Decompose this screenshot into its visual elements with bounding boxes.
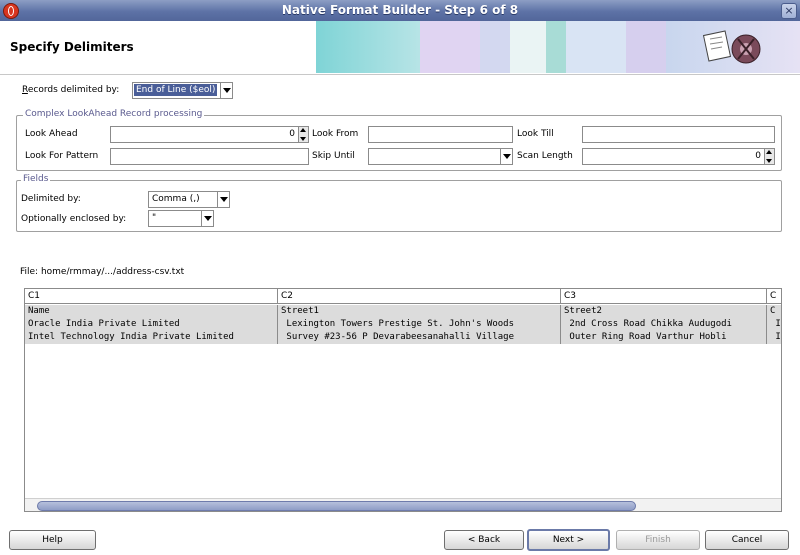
scan-length-label: Scan Length xyxy=(517,151,573,161)
table-cell: Street1 xyxy=(278,305,561,318)
column-header-c2[interactable]: C2 xyxy=(278,289,561,304)
title-bar: Native Format Builder - Step 6 of 8 × xyxy=(0,0,800,22)
column-header-c4[interactable]: C xyxy=(767,289,781,304)
column-header-c3[interactable]: C3 xyxy=(561,289,767,304)
wizard-header: Specify Delimiters xyxy=(0,21,800,75)
look-ahead-label: Look Ahead xyxy=(25,129,78,139)
chevron-down-icon[interactable] xyxy=(220,83,232,98)
table-cell: C xyxy=(770,306,776,316)
records-delimited-value: End of Line ($eol) xyxy=(134,84,218,96)
column-header-c1[interactable]: C1 xyxy=(25,289,278,304)
delimited-by-label: Delimited by: xyxy=(21,194,81,204)
enclosed-by-select[interactable]: " xyxy=(148,210,214,227)
page-title: Specify Delimiters xyxy=(10,40,134,54)
help-button-label: Help xyxy=(42,535,63,545)
file-path-label: File: home/rmmay/.../address-csv.txt xyxy=(20,267,185,277)
back-button-label: < Back xyxy=(467,535,501,545)
scrollbar-thumb[interactable] xyxy=(37,501,636,511)
table-cell: Name xyxy=(25,305,278,318)
window-close-button[interactable]: × xyxy=(781,3,797,19)
table-cell: I xyxy=(770,332,781,342)
chevron-down-icon[interactable] xyxy=(217,192,229,207)
enclosed-by-label: Optionally enclosed by: xyxy=(21,214,127,224)
table-cell: Lexington Towers Prestige St. John's Woo… xyxy=(278,318,561,331)
look-from-input[interactable] xyxy=(368,126,513,143)
finish-button-label: Finish xyxy=(645,535,671,545)
chevron-down-icon[interactable] xyxy=(500,149,512,164)
table-cell: I xyxy=(770,319,781,329)
finish-button[interactable]: Finish xyxy=(616,530,700,550)
look-till-label: Look Till xyxy=(517,129,554,139)
spinner-arrows-icon[interactable] xyxy=(298,127,308,142)
look-for-pattern-label: Look For Pattern xyxy=(25,151,99,161)
fields-group xyxy=(16,180,782,232)
scan-length-spinner[interactable]: 0 xyxy=(582,148,775,165)
window-title: Native Format Builder - Step 6 of 8 xyxy=(281,3,519,17)
records-delimited-label-text: ecords delimited by: xyxy=(27,85,120,95)
table-row[interactable]: Oracle India Private Limited Lexington T… xyxy=(25,318,781,331)
table-cell: Oracle India Private Limited xyxy=(25,318,278,331)
skip-until-select[interactable] xyxy=(368,148,513,165)
spinner-arrows-icon[interactable] xyxy=(764,149,774,164)
back-button[interactable]: < Back xyxy=(444,530,524,550)
table-row[interactable]: Name Street1 Street2 C xyxy=(25,305,781,318)
records-delimited-label: Records delimited by: xyxy=(22,85,120,95)
table-cell: Survey #23-56 P Devarabeesanahalli Villa… xyxy=(278,331,561,344)
help-button[interactable]: Help xyxy=(9,530,96,550)
look-for-pattern-input[interactable] xyxy=(110,148,309,165)
table-cell: Intel Technology India Private Limited xyxy=(25,331,278,344)
enclosed-by-value: " xyxy=(152,213,157,223)
look-till-input[interactable] xyxy=(582,126,775,143)
look-ahead-value: 0 xyxy=(289,129,295,139)
chevron-down-icon[interactable] xyxy=(201,211,213,226)
records-delimited-select[interactable]: End of Line ($eol) xyxy=(132,82,233,99)
horizontal-scrollbar[interactable] xyxy=(25,498,781,511)
lookahead-legend: Complex LookAhead Record processing xyxy=(23,109,205,119)
skip-until-label: Skip Until xyxy=(312,151,355,161)
look-from-label: Look From xyxy=(312,129,359,139)
delimited-by-select[interactable]: Comma (,) xyxy=(148,191,230,208)
next-button[interactable]: Next > xyxy=(527,529,610,551)
data-preview-table[interactable]: C1 C2 C3 C Name Street1 Street2 C Oracle… xyxy=(24,288,782,512)
table-cell: Outer Ring Road Varthur Hobli xyxy=(561,331,767,344)
table-cell: 2nd Cross Road Chikka Audugodi xyxy=(561,318,767,331)
wizard-graphic-icon xyxy=(702,30,761,64)
cancel-button[interactable]: Cancel xyxy=(705,530,789,550)
table-cell: Street2 xyxy=(561,305,767,318)
delimited-by-value: Comma (,) xyxy=(152,194,200,204)
scan-length-value: 0 xyxy=(755,151,761,161)
next-button-label: Next > xyxy=(552,535,585,545)
look-ahead-spinner[interactable]: 0 xyxy=(110,126,309,143)
fields-legend: Fields xyxy=(21,174,51,184)
cancel-button-label: Cancel xyxy=(731,535,763,545)
table-row[interactable]: Intel Technology India Private Limited S… xyxy=(25,331,781,344)
